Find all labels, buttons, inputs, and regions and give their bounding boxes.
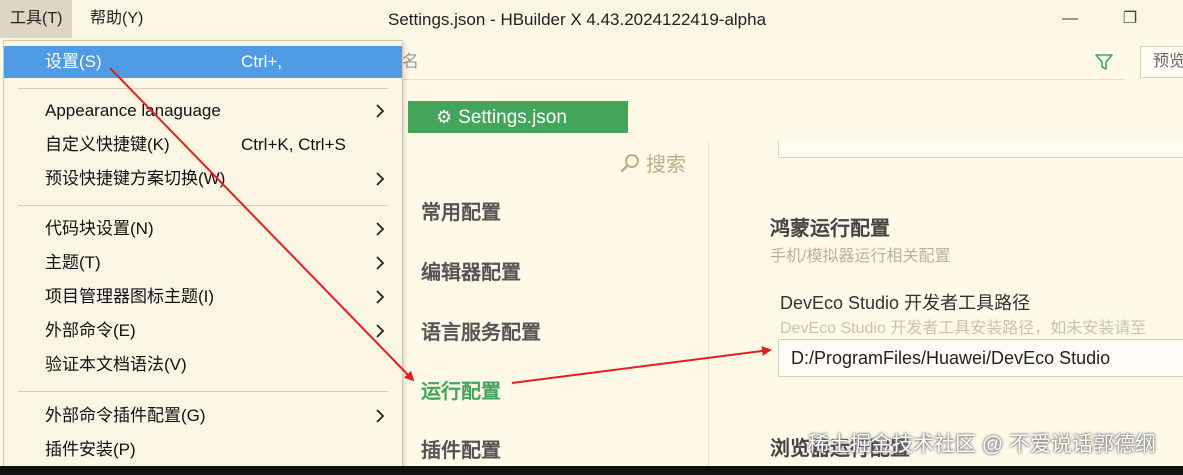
sidebar-item-language-service[interactable]: 语言服务配置 — [421, 316, 541, 345]
filter-icon[interactable] — [1093, 51, 1115, 73]
menu-separator — [18, 88, 388, 89]
annotation-arrow-run-to-path — [511, 346, 772, 384]
menu-item-preset-keymap[interactable]: 预设快捷键方案切换(W) — [4, 163, 402, 195]
menu-item-label: 插件安装(P) — [45, 440, 136, 459]
bottom-bar — [0, 466, 1183, 475]
section-title: 鸿蒙运行配置 — [770, 218, 890, 240]
sidebar-item-common[interactable]: 常用配置 — [421, 196, 501, 225]
menu-item-custom-shortcuts[interactable]: 自定义快捷键(K) Ctrl+K, Ctrl+S — [4, 129, 402, 161]
menu-item-settings[interactable]: 设置(S) Ctrl+, — [4, 46, 402, 78]
tools-dropdown-menu: 设置(S) Ctrl+, Appearance lanaguage 自定义快捷键… — [3, 40, 403, 470]
menu-item-label: 外部命令插件配置(G) — [45, 406, 206, 425]
title-bar: 工具(T) 帮助(Y) Settings.json - HBuilder X 4… — [0, 0, 1183, 40]
chevron-right-icon — [372, 95, 388, 127]
menu-item-appearance-language[interactable]: Appearance lanaguage — [4, 95, 402, 127]
gear-icon: ⚙ — [436, 107, 453, 127]
menu-item-label: 外部命令(E) — [45, 321, 136, 340]
menu-item-theme[interactable]: 主题(T) — [4, 247, 402, 279]
previous-field-input[interactable] — [778, 140, 1183, 158]
menu-item-label: 验证本文档语法(V) — [45, 355, 187, 374]
menu-item-label: 项目管理器图标主题(I) — [45, 287, 215, 306]
window-title: Settings.json - HBuilder X 4.43.20241224… — [388, 10, 767, 29]
menu-item-label: 自定义快捷键(K) — [45, 135, 170, 154]
menu-separator — [18, 205, 388, 206]
menu-item-external-commands[interactable]: 外部命令(E) — [4, 315, 402, 347]
search-row: 名 预览 — [400, 44, 1183, 82]
menu-item-label: 预设快捷键方案切换(W) — [45, 169, 226, 188]
sidebar-item-plugins[interactable]: 插件配置 — [421, 434, 501, 463]
tab-settings-json[interactable]: ⚙ Settings.json — [408, 101, 628, 133]
menu-item-label: 代码块设置(N) — [45, 219, 154, 238]
menu-item-install-plugin[interactable]: 插件安装(P) — [4, 434, 402, 466]
sidebar-search[interactable]: 搜索 — [620, 150, 686, 180]
section-subtitle: 手机/模拟器运行相关配置 — [770, 248, 951, 265]
menu-separator — [18, 391, 388, 392]
chevron-right-icon — [372, 400, 388, 432]
search-input[interactable]: 名 — [400, 44, 1125, 80]
chevron-right-icon — [372, 163, 388, 195]
menu-item-snippet-settings[interactable]: 代码块设置(N) — [4, 213, 402, 245]
menu-tools[interactable]: 工具(T) — [0, 0, 73, 38]
menu-item-shortcut: Ctrl+K, Ctrl+S — [241, 135, 346, 154]
menu-item-label: 主题(T) — [45, 253, 101, 272]
sidebar-divider — [708, 140, 709, 475]
sidebar-search-label: 搜索 — [646, 154, 686, 176]
menu-help[interactable]: 帮助(Y) — [80, 0, 153, 38]
tab-label: Settings.json — [458, 107, 567, 128]
menu-item-project-icon-theme[interactable]: 项目管理器图标主题(I) — [4, 281, 402, 313]
search-icon — [620, 150, 642, 180]
maximize-button[interactable]: ❐ — [1115, 6, 1145, 32]
sidebar-item-editor[interactable]: 编辑器配置 — [421, 256, 521, 285]
chevron-right-icon — [372, 315, 388, 347]
deveco-path-hint: DevEco Studio 开发者工具安装路径，如未安装请至 — [780, 320, 1147, 337]
menu-item-shortcut: Ctrl+, — [241, 52, 283, 71]
chevron-right-icon — [372, 247, 388, 279]
menu-item-label: Appearance lanaguage — [45, 101, 221, 120]
deveco-path-input[interactable]: D:/ProgramFiles/Huawei/DevEco Studio — [778, 339, 1183, 377]
watermark: 稀土掘金技术社区 @ 不爱说话郭德纲 — [808, 433, 1156, 456]
menu-item-label: 设置(S) — [45, 52, 102, 71]
deveco-path-label: DevEco Studio 开发者工具路径 — [780, 293, 1031, 313]
menu-item-external-command-plugins[interactable]: 外部命令插件配置(G) — [4, 400, 402, 432]
chevron-right-icon — [372, 281, 388, 313]
minimize-button[interactable]: — — [1055, 6, 1085, 32]
chevron-right-icon — [372, 213, 388, 245]
menu-item-validate-syntax[interactable]: 验证本文档语法(V) — [4, 349, 402, 381]
sidebar-item-run[interactable]: 运行配置 — [421, 375, 501, 404]
preview-button[interactable]: 预览 — [1140, 46, 1183, 78]
